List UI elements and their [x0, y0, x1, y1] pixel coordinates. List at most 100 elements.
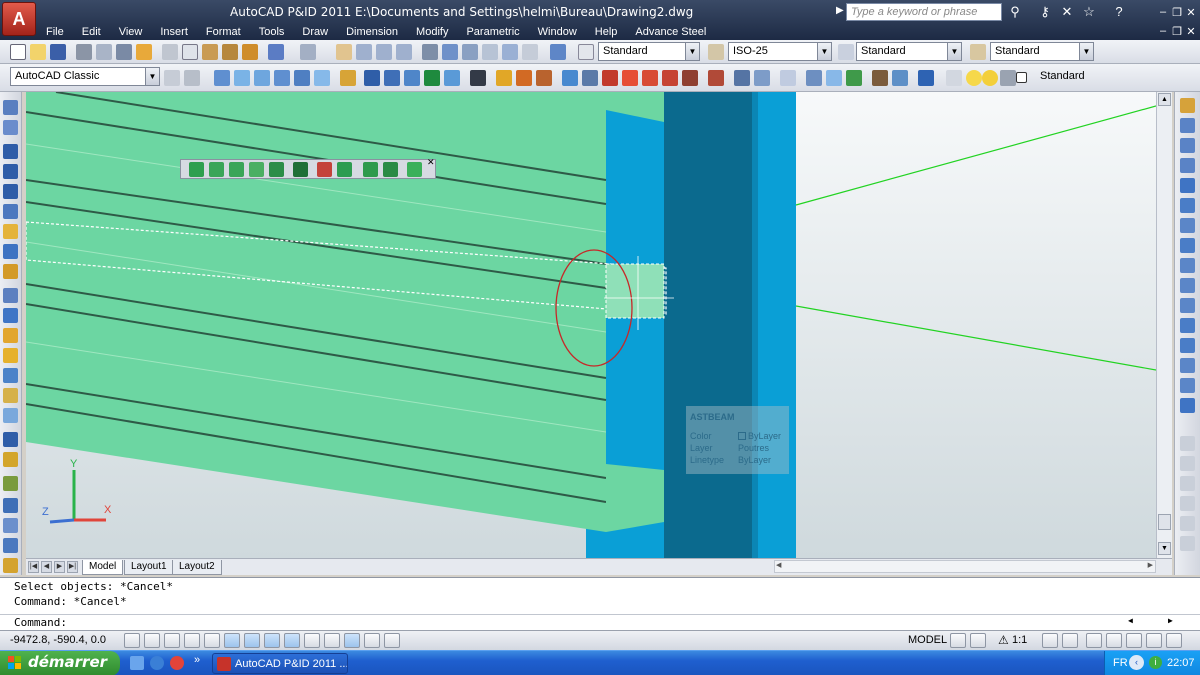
array-icon[interactable] [1180, 178, 1195, 193]
command-line-input[interactable]: Command: ◀ ▶ [0, 614, 1200, 630]
modify-tool-19-icon[interactable] [1180, 476, 1195, 491]
float-tool-10-icon[interactable] [383, 162, 398, 177]
taskbar-autocad-button[interactable]: AutoCAD P&ID 2011 ... [212, 653, 348, 674]
info-icon[interactable]: i [1149, 656, 1162, 669]
as-tool-2-icon[interactable] [234, 70, 250, 86]
as-tool-11-icon[interactable] [470, 70, 486, 86]
selection-cycling-toggle[interactable] [384, 633, 400, 648]
menu-parametric[interactable]: Parametric [458, 24, 529, 40]
dim-style-select[interactable]: ISO-25 ▼ [728, 42, 832, 61]
horizontal-scrollbar[interactable]: ◀ ▶ [774, 560, 1156, 573]
as-tool-4-icon[interactable] [274, 70, 290, 86]
sheet-set-icon[interactable] [482, 44, 498, 60]
plot-icon[interactable] [76, 44, 92, 60]
application-menu-button[interactable]: A [2, 2, 36, 36]
properties-icon[interactable] [422, 44, 438, 60]
rectangle-icon[interactable] [3, 184, 18, 199]
float-tool-4-icon[interactable] [249, 162, 264, 177]
3d-osnap-toggle[interactable] [244, 633, 260, 648]
copy-icon[interactable] [182, 44, 198, 60]
selected-connection-plate[interactable] [605, 263, 665, 319]
menu-view[interactable]: View [111, 24, 153, 40]
clean-screen-icon[interactable] [1166, 633, 1182, 648]
table-icon[interactable] [3, 432, 18, 447]
as-tool-16-icon[interactable] [582, 70, 598, 86]
undo-icon[interactable] [268, 44, 284, 60]
search-expand-icon[interactable]: ▶ [836, 5, 844, 16]
multileader-style-select[interactable]: Standard ▼ [990, 42, 1094, 61]
layer-name[interactable]: Standard [1040, 70, 1085, 82]
layer-on-icon[interactable] [966, 70, 982, 86]
join-icon[interactable] [1180, 338, 1195, 353]
redo-icon[interactable] [300, 44, 316, 60]
menu-edit[interactable]: Edit [74, 24, 111, 40]
gradient-icon[interactable] [3, 388, 18, 403]
first-tab-icon[interactable]: |◀ [28, 561, 39, 573]
doc-minimize-icon[interactable]: – [1156, 25, 1170, 37]
cmd-scroll-right-icon[interactable]: ▶ [1168, 616, 1173, 625]
as-tool-18-icon[interactable] [622, 70, 638, 86]
3d-view-icon[interactable] [384, 70, 400, 86]
as-tool-30-icon[interactable] [892, 70, 908, 86]
table-style-select[interactable]: Standard ▼ [856, 42, 962, 61]
tab-layout2[interactable]: Layout2 [172, 560, 222, 575]
as-tool-9-icon[interactable] [424, 70, 440, 86]
menu-format[interactable]: Format [198, 24, 251, 40]
quick-view-layouts-icon[interactable] [950, 633, 966, 648]
float-tool-3-icon[interactable] [229, 162, 244, 177]
design-center-icon[interactable] [442, 44, 458, 60]
float-tool-6-icon[interactable] [293, 162, 308, 177]
prev-tab-icon[interactable]: ◀ [41, 561, 52, 573]
as-tool-19-icon[interactable] [642, 70, 658, 86]
zoom-realtime-icon[interactable] [356, 44, 372, 60]
scroll-left-icon[interactable]: ◀ [776, 561, 781, 569]
explode-icon[interactable] [1180, 398, 1195, 413]
hatch-icon[interactable] [3, 368, 18, 383]
open-icon[interactable] [30, 44, 46, 60]
chevron-down-icon[interactable]: ▼ [1079, 43, 1093, 60]
markup-icon[interactable] [502, 44, 518, 60]
coordinate-readout[interactable]: -9472.8, -590.4, 0.0 [10, 634, 106, 646]
block-editor-icon[interactable] [242, 44, 258, 60]
transparency-toggle[interactable] [344, 633, 360, 648]
move-icon[interactable] [1180, 198, 1195, 213]
menu-file[interactable]: File [38, 24, 74, 40]
fillet-icon[interactable] [1180, 378, 1195, 393]
line-icon[interactable] [3, 100, 18, 115]
infer-constraints-toggle[interactable] [124, 633, 140, 648]
chrome-icon[interactable] [170, 656, 184, 670]
annotation-visibility-icon[interactable] [1042, 633, 1058, 648]
modify-tool-20-icon[interactable] [1180, 496, 1195, 511]
modify-tool-21-icon[interactable] [1180, 516, 1195, 531]
scroll-up-icon[interactable]: ▲ [1158, 93, 1171, 106]
workspace-switching-icon[interactable] [1086, 633, 1102, 648]
workspace-select[interactable]: AutoCAD Classic ▼ [10, 67, 160, 86]
lineweight-toggle[interactable] [324, 633, 340, 648]
modify-tool-22-icon[interactable] [1180, 536, 1195, 551]
publish-icon[interactable] [116, 44, 132, 60]
isolate-objects-icon[interactable] [1146, 633, 1162, 648]
mirror-icon[interactable] [1180, 138, 1195, 153]
draw-tool-21-icon[interactable] [3, 518, 18, 533]
as-tool-20-icon[interactable] [662, 70, 678, 86]
binoculars-icon[interactable]: ⚲ [1006, 3, 1024, 21]
auto-scale-icon[interactable] [1062, 633, 1078, 648]
float-tool-2-icon[interactable] [209, 162, 224, 177]
erase-icon[interactable] [1180, 98, 1195, 113]
layer-properties-icon[interactable] [946, 70, 962, 86]
as-tool-17-icon[interactable] [602, 70, 618, 86]
as-tool-24-icon[interactable] [754, 70, 770, 86]
polygon-icon[interactable] [3, 164, 18, 179]
as-tool-28-icon[interactable] [846, 70, 862, 86]
customize-icon[interactable] [184, 70, 200, 86]
pan-icon[interactable] [336, 44, 352, 60]
chevron-down-icon[interactable]: ▼ [947, 43, 961, 60]
workspace-settings-icon[interactable] [164, 70, 180, 86]
close-icon[interactable]: ✕ [427, 157, 435, 168]
subscription-key-icon[interactable]: ⚷ [1036, 3, 1054, 21]
make-block-icon[interactable] [3, 328, 18, 343]
as-tool-8-icon[interactable] [364, 70, 380, 86]
menu-modify[interactable]: Modify [408, 24, 458, 40]
float-tool-7-icon[interactable] [317, 162, 332, 177]
float-tool-5-icon[interactable] [269, 162, 284, 177]
